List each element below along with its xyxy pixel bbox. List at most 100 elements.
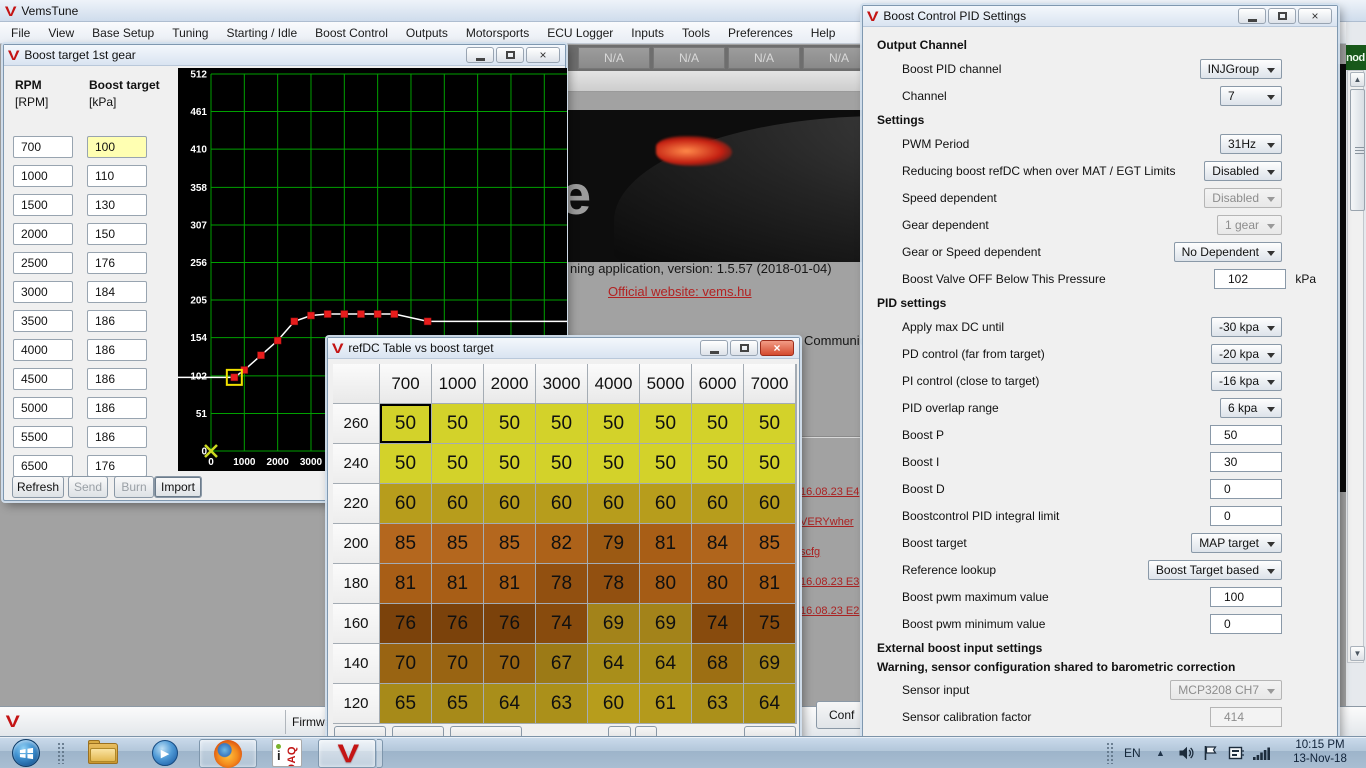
refdc-cell[interactable]: 64 <box>640 644 691 683</box>
idaq-taskbar-button[interactable]: iDAQ <box>272 739 302 767</box>
scrollbar-thumb[interactable] <box>1350 89 1365 211</box>
refresh-button[interactable]: Refresh <box>12 476 64 498</box>
boost-pwm-maximum-value-input[interactable]: 100 <box>1210 587 1282 607</box>
refdc-cell[interactable]: 60 <box>536 484 587 523</box>
reducing-boost-refdc-when-over-mat-egt-limits-dropdown[interactable]: Disabled <box>1204 161 1282 181</box>
refdc-cell[interactable]: 75 <box>744 604 795 643</box>
boost-target-field[interactable]: 150 <box>87 223 147 245</box>
channel-dropdown[interactable]: 7 <box>1220 86 1282 106</box>
pd-control-far-from-target-dropdown[interactable]: -20 kpa <box>1211 344 1282 364</box>
maximize-button[interactable] <box>730 340 758 356</box>
refdc-cell[interactable]: 84 <box>692 524 743 563</box>
refdc-cell[interactable]: 78 <box>588 564 639 603</box>
menu-item-view[interactable]: View <box>39 23 83 43</box>
refdc-cell[interactable]: 69 <box>640 604 691 643</box>
refdc-cell[interactable]: 69 <box>744 644 795 683</box>
refdc-cell[interactable]: 85 <box>380 524 431 563</box>
rpm-field[interactable]: 5000 <box>13 397 73 419</box>
rpm-field[interactable]: 5500 <box>13 426 73 448</box>
boost-target-field[interactable]: 184 <box>87 281 147 303</box>
boost-target-field[interactable]: 176 <box>87 252 147 274</box>
refdc-cell[interactable]: 79 <box>588 524 639 563</box>
boost-target-field[interactable]: 110 <box>87 165 147 187</box>
refdc-cell[interactable]: 50 <box>588 444 639 483</box>
refdc-cell[interactable]: 50 <box>692 444 743 483</box>
refdc-cell[interactable]: 65 <box>432 684 483 723</box>
boost-valve-off-below-this-pressure-input[interactable]: 102 <box>1214 269 1286 289</box>
refdc-cell[interactable]: 67 <box>536 644 587 683</box>
background-link[interactable]: 16.08.23 E3 <box>800 576 859 588</box>
refdc-cell[interactable]: 82 <box>536 524 587 563</box>
refdc-cell[interactable]: 76 <box>484 604 535 643</box>
scroll-down-icon[interactable]: ▼ <box>1350 646 1365 661</box>
background-link[interactable]: 16.08.23 E4 <box>800 486 859 498</box>
menu-item-base-setup[interactable]: Base Setup <box>83 23 163 43</box>
rpm-field[interactable]: 2000 <box>13 223 73 245</box>
refdc-cell[interactable]: 81 <box>432 564 483 603</box>
pwm-period-dropdown[interactable]: 31Hz <box>1220 134 1282 154</box>
pid-titlebar[interactable]: V Boost Control PID Settings × <box>863 6 1337 27</box>
refdc-cell[interactable]: 64 <box>484 684 535 723</box>
refdc-cell[interactable]: 81 <box>484 564 535 603</box>
vemstune-stacked-window-indicator[interactable] <box>377 739 383 768</box>
rpm-field[interactable]: 1500 <box>13 194 73 216</box>
rpm-field[interactable]: 3500 <box>13 310 73 332</box>
refdc-cell[interactable]: 78 <box>536 564 587 603</box>
close-button[interactable]: × <box>760 340 794 356</box>
pi-control-close-to-target-dropdown[interactable]: -16 kpa <box>1211 371 1282 391</box>
menu-item-tuning[interactable]: Tuning <box>163 23 217 43</box>
vemstune-taskbar-button[interactable]: V <box>318 739 376 768</box>
refdc-cell[interactable]: 50 <box>484 444 535 483</box>
taskbar-grip-icon[interactable] <box>57 742 66 764</box>
refdc-cell[interactable]: 70 <box>484 644 535 683</box>
import-button[interactable]: Import <box>154 476 202 498</box>
refdc-cell[interactable]: 70 <box>432 644 483 683</box>
boost-target-field[interactable]: 186 <box>87 397 147 419</box>
refdc-cell[interactable]: 50 <box>588 404 639 443</box>
rpm-field[interactable]: 4500 <box>13 368 73 390</box>
refdc-cell[interactable]: 63 <box>692 684 743 723</box>
close-button[interactable]: × <box>1298 8 1332 24</box>
menu-item-file[interactable]: File <box>2 23 39 43</box>
refdc-cell[interactable]: 65 <box>380 684 431 723</box>
scroll-up-icon[interactable]: ▲ <box>1350 72 1365 87</box>
refdc-cell[interactable]: 68 <box>692 644 743 683</box>
reference-lookup-dropdown[interactable]: Boost Target based <box>1148 560 1282 580</box>
network-signal-icon[interactable] <box>1252 745 1271 761</box>
close-button[interactable]: × <box>526 47 560 63</box>
rpm-field[interactable]: 2500 <box>13 252 73 274</box>
refdc-cell[interactable]: 60 <box>432 484 483 523</box>
menu-item-ecu-logger[interactable]: ECU Logger <box>538 23 622 43</box>
tray-grip-icon[interactable] <box>1106 742 1115 764</box>
boost-target-field[interactable]: 186 <box>87 339 147 361</box>
volume-icon[interactable] <box>1178 745 1195 761</box>
refdc-cell[interactable]: 60 <box>380 484 431 523</box>
menu-item-motorsports[interactable]: Motorsports <box>457 23 538 43</box>
refdc-titlebar[interactable]: V refDC Table vs boost target × <box>328 338 799 359</box>
device-board-icon[interactable] <box>1228 745 1245 761</box>
refdc-cell[interactable]: 76 <box>380 604 431 643</box>
background-link[interactable]: 16.08.23 E2 <box>800 605 859 617</box>
refdc-cell[interactable]: 81 <box>380 564 431 603</box>
gear-or-speed-dependent-dropdown[interactable]: No Dependent <box>1174 242 1282 262</box>
official-website-link[interactable]: Official website: vems.hu <box>608 284 752 299</box>
minimize-button[interactable] <box>1238 8 1266 24</box>
boost-d-input[interactable]: 0 <box>1210 479 1282 499</box>
rpm-field[interactable]: 3000 <box>13 281 73 303</box>
rpm-field[interactable]: 6500 <box>13 455 73 477</box>
refdc-cell[interactable]: 60 <box>588 484 639 523</box>
refdc-cell[interactable]: 50 <box>744 444 795 483</box>
refdc-cell[interactable]: 50 <box>744 404 795 443</box>
refdc-cell[interactable]: 50 <box>692 404 743 443</box>
refdc-cell[interactable]: 60 <box>484 484 535 523</box>
boost-target-field[interactable]: 186 <box>87 310 147 332</box>
apply-max-dc-until-dropdown[interactable]: -30 kpa <box>1211 317 1282 337</box>
refdc-cell[interactable]: 50 <box>432 444 483 483</box>
boost-pid-channel-dropdown[interactable]: INJGroup <box>1200 59 1282 79</box>
menu-item-help[interactable]: Help <box>802 23 845 43</box>
refdc-cell[interactable]: 76 <box>432 604 483 643</box>
menu-item-tools[interactable]: Tools <box>673 23 719 43</box>
refdc-cell[interactable]: 64 <box>744 684 795 723</box>
right-scrollbar[interactable]: ▲ ▼ <box>1347 70 1364 663</box>
boost-target-field[interactable]: 130 <box>87 194 147 216</box>
